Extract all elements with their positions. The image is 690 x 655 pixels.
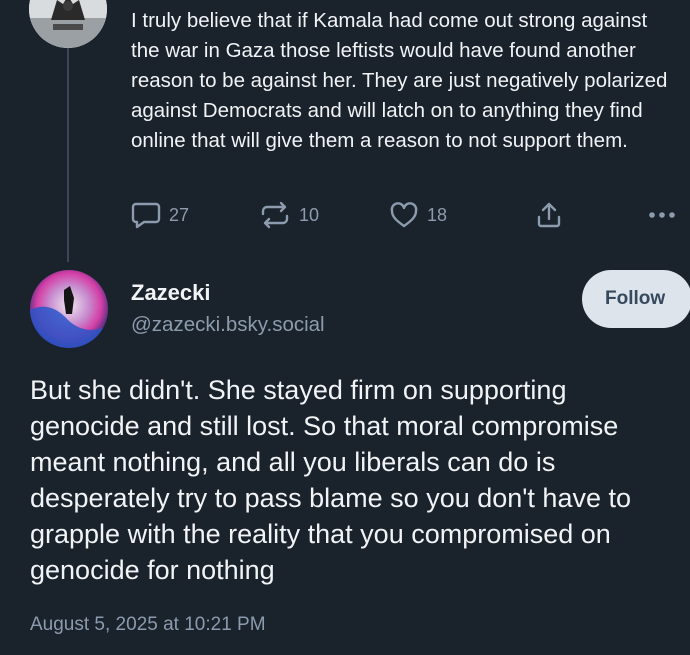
avatar-photo bbox=[29, 0, 107, 48]
more-icon bbox=[649, 212, 675, 218]
more-options-button[interactable] bbox=[647, 197, 677, 233]
share-icon bbox=[537, 202, 561, 228]
share-button[interactable] bbox=[535, 197, 563, 233]
avatar-image bbox=[30, 270, 108, 348]
reply-icon bbox=[131, 202, 161, 229]
reply-button[interactable]: 27 bbox=[131, 197, 189, 233]
post-actions-bar: 27 10 18 bbox=[131, 197, 683, 233]
like-icon bbox=[390, 202, 418, 228]
repost-icon bbox=[261, 201, 289, 229]
repost-button[interactable]: 10 bbox=[259, 197, 319, 233]
parent-post-text: I truly believe that if Kamala had come … bbox=[131, 9, 668, 152]
like-button[interactable]: 18 bbox=[389, 197, 447, 233]
reply-count: 27 bbox=[169, 204, 190, 225]
author-handle[interactable]: @zazecki.bsky.social bbox=[131, 313, 325, 337]
post-thread: I truly believe that if Kamala had come … bbox=[0, 0, 690, 655]
post-timestamp: August 5, 2025 at 10:21 PM bbox=[30, 614, 266, 635]
author-avatar[interactable] bbox=[30, 270, 108, 348]
author-display-name[interactable]: Zazecki bbox=[131, 280, 211, 306]
post-text: But she didn't. She stayed firm on suppo… bbox=[30, 375, 632, 585]
follow-button[interactable]: Follow bbox=[582, 270, 690, 328]
thread-line bbox=[67, 48, 69, 262]
repost-count: 10 bbox=[299, 204, 320, 225]
like-count: 18 bbox=[427, 204, 448, 225]
parent-avatar[interactable] bbox=[29, 0, 107, 48]
